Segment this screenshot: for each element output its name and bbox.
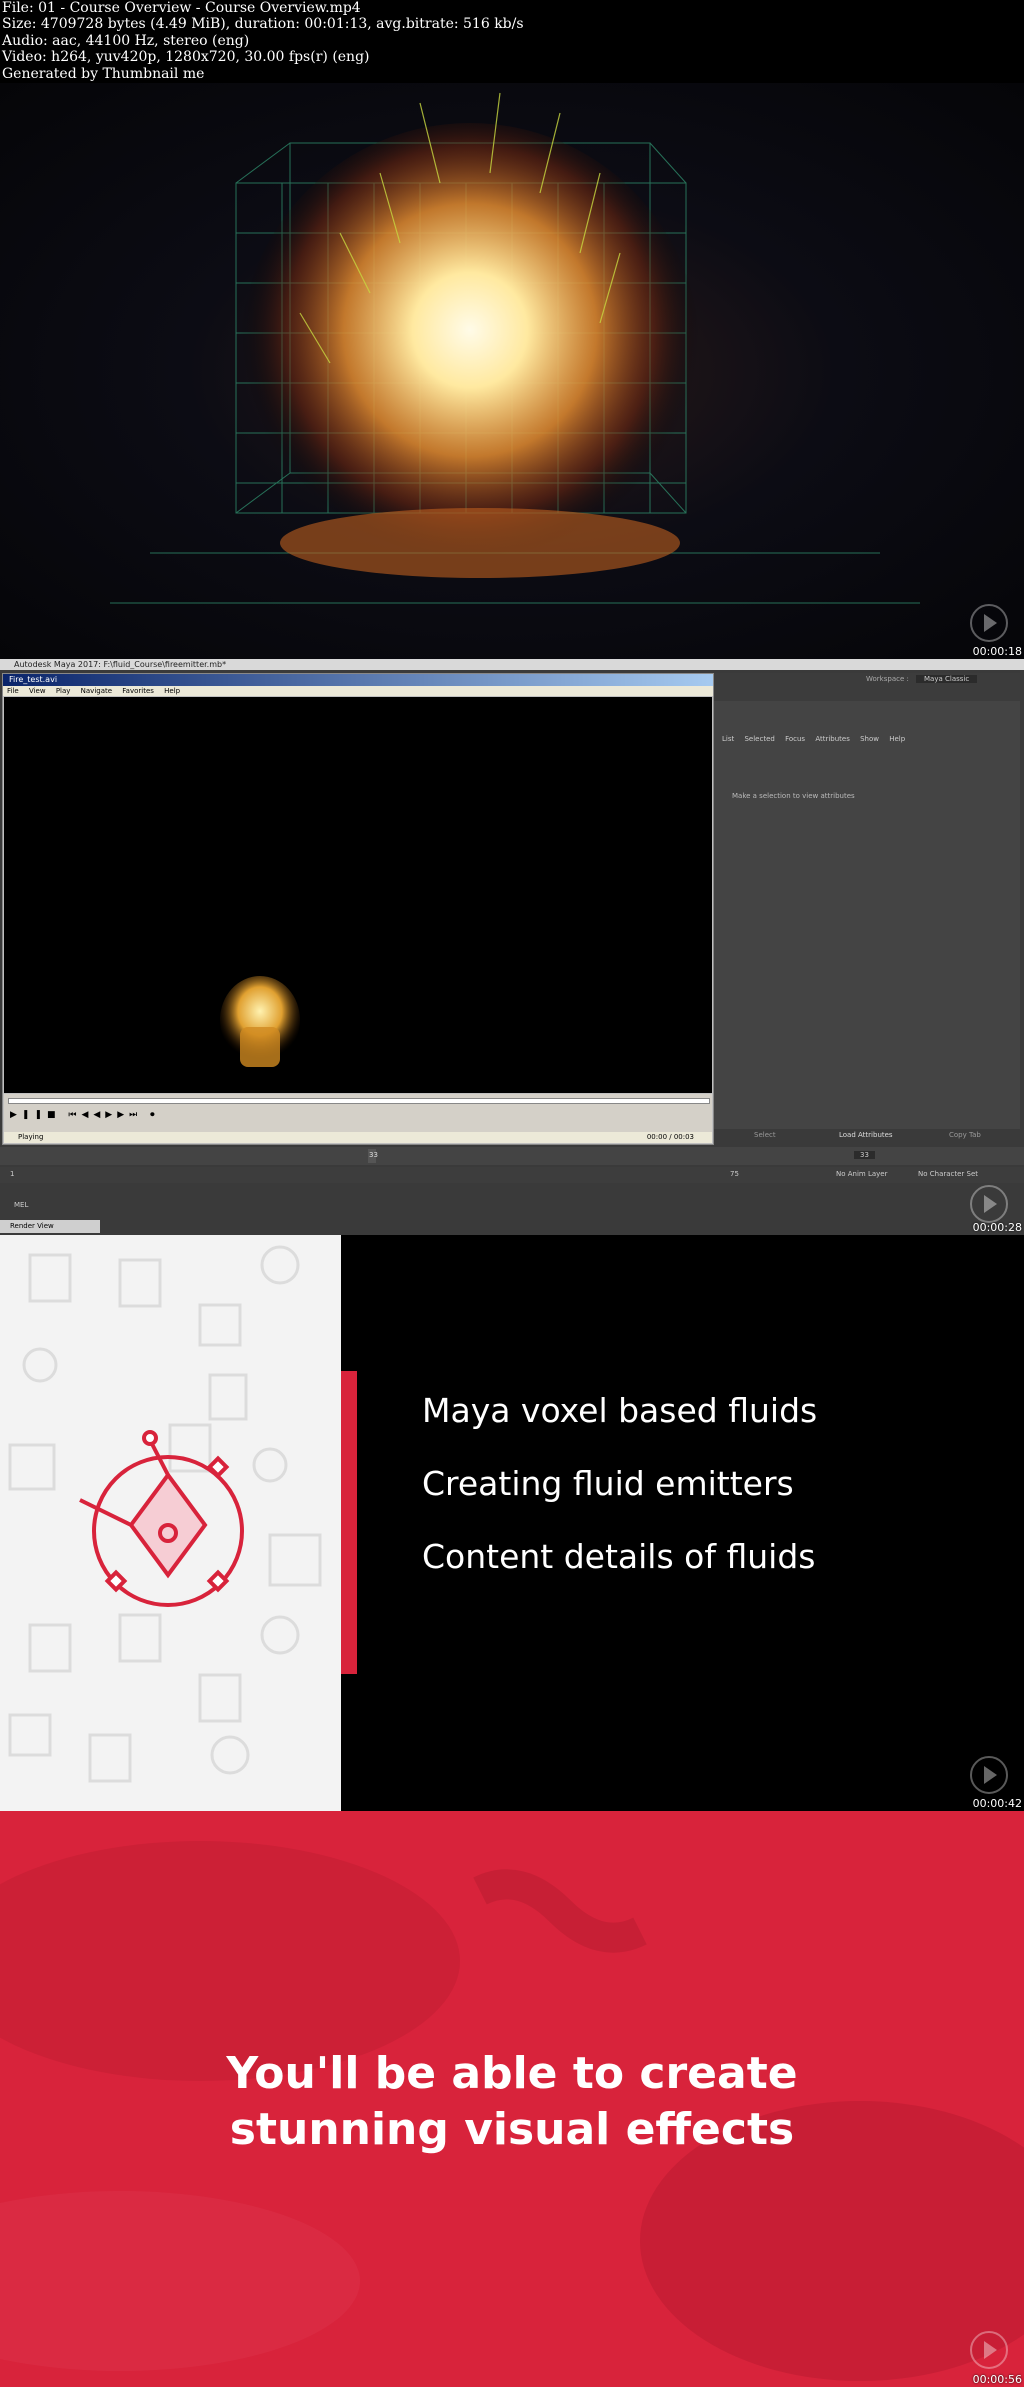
menu-view[interactable]: View xyxy=(29,687,46,695)
select-button[interactable]: Select xyxy=(754,1131,776,1139)
attr-menu-show[interactable]: Show xyxy=(860,735,879,743)
decorative-icons-pattern xyxy=(8,1245,322,1783)
attr-menu-bar: List Selected Focus Attributes Show Help xyxy=(714,733,1020,745)
closing-line-2: stunning visual effects xyxy=(229,2104,795,2155)
menu-play[interactable]: Play xyxy=(56,687,71,695)
range-slider[interactable]: 1 75 No Anim Layer No Character Set xyxy=(0,1167,1024,1183)
icon-pattern-panel xyxy=(0,1235,341,1811)
maya-window-title: Autodesk Maya 2017: F:\fluid_Course\fire… xyxy=(0,659,1024,670)
fcheck-controls: ▶❚❚■ ⏮◀◀▶▶⏭ ⏺ Playing 00:00 / 00:03 xyxy=(4,1094,712,1143)
generator-line: Generated by Thumbnail me xyxy=(2,65,205,82)
fcheck-status-bar: Playing 00:00 / 00:03 xyxy=(4,1132,712,1143)
timestamp: 00:00:56 xyxy=(972,2373,1022,2386)
attr-menu-help[interactable]: Help xyxy=(889,735,905,743)
current-frame-field[interactable]: 33 xyxy=(854,1151,875,1159)
fcheck-menu-bar: File View Play Navigate Favorites Help xyxy=(3,686,713,696)
frame-fire-render: 00:00:18 xyxy=(0,83,1024,659)
timestamp: 00:00:42 xyxy=(972,1797,1022,1810)
slide-bullet: Creating fluid emitters xyxy=(422,1464,794,1503)
attr-menu-list[interactable]: List xyxy=(722,735,734,743)
fcheck-viewport xyxy=(4,697,712,1093)
load-attributes-button[interactable]: Load Attributes xyxy=(839,1131,893,1139)
accent-bar xyxy=(341,1371,357,1674)
anim-layer-select[interactable]: No Anim Layer xyxy=(836,1170,887,1178)
attr-button-row: Select Load Attributes Copy Tab xyxy=(714,1129,1020,1143)
range-end-field[interactable]: 75 xyxy=(730,1170,739,1178)
attr-empty-message: Make a selection to view attributes xyxy=(732,792,855,800)
menu-favorites[interactable]: Favorites xyxy=(122,687,154,695)
play-watermark-icon xyxy=(970,1756,1008,1794)
character-set-select[interactable]: No Character Set xyxy=(918,1170,978,1178)
menu-navigate[interactable]: Navigate xyxy=(81,687,112,695)
video-info-line: Video: h264, yuv420p, 1280x720, 30.00 fp… xyxy=(2,49,370,66)
attr-menu-focus[interactable]: Focus xyxy=(785,735,805,743)
mel-label: MEL xyxy=(14,1201,29,1209)
audio-info-line: Audio: aac, 44100 Hz, stereo (eng) xyxy=(2,32,250,49)
file-info-line: File: 01 - Course Overview - Course Over… xyxy=(2,0,361,16)
size-info-line: Size: 4709728 bytes (4.49 MiB), duration… xyxy=(2,16,524,33)
status-time: 00:00 / 00:03 xyxy=(646,1133,694,1141)
command-line[interactable]: MEL xyxy=(0,1198,1024,1212)
frame-overview-slide: Maya voxel based fluids Creating fluid e… xyxy=(0,1235,1024,1811)
menu-help[interactable]: Help xyxy=(164,687,180,695)
timestamp: 00:00:18 xyxy=(972,645,1022,658)
play-watermark-icon xyxy=(970,1185,1008,1223)
workspace-label: Workspace : xyxy=(866,675,909,683)
fcheck-title: Fire_test.avi xyxy=(3,674,713,686)
playback-buttons[interactable]: ▶❚❚■ ⏮◀◀▶▶⏭ ⏺ xyxy=(10,1110,160,1120)
file-info-header: File: 01 - Course Overview - Course Over… xyxy=(0,0,1024,83)
attr-menu-selected[interactable]: Selected xyxy=(744,735,774,743)
status-playing: Playing xyxy=(18,1133,44,1141)
playback-slider[interactable] xyxy=(8,1098,710,1104)
closing-line-1: You'll be able to create xyxy=(226,2048,798,2099)
attr-toolbar: Workspace : Maya Classic xyxy=(714,673,1020,701)
fire-preview-image xyxy=(220,976,300,1067)
current-frame-label: 33 xyxy=(369,1151,378,1159)
time-slider[interactable]: 33 33 xyxy=(0,1147,1024,1165)
frame-closing-statement: You'll be able to create stunning visual… xyxy=(0,1811,1024,2387)
attr-menu-attributes[interactable]: Attributes xyxy=(815,735,850,743)
workspace-select[interactable]: Maya Classic xyxy=(916,675,978,683)
slide-bullet: Maya voxel based fluids xyxy=(422,1391,818,1430)
copy-tab-button[interactable]: Copy Tab xyxy=(949,1131,981,1139)
frame-maya-ui: Autodesk Maya 2017: F:\fluid_Course\fire… xyxy=(0,659,1024,1235)
menu-file[interactable]: File xyxy=(7,687,19,695)
fire-render-image xyxy=(110,92,920,604)
render-view-taskbar[interactable]: Render View xyxy=(0,1220,100,1233)
timestamp: 00:00:28 xyxy=(972,1221,1022,1234)
fcheck-window: Fire_test.avi File View Play Navigate Fa… xyxy=(2,673,714,1145)
play-watermark-icon xyxy=(970,2331,1008,2369)
range-start-field[interactable]: 1 xyxy=(10,1170,14,1178)
play-watermark-icon xyxy=(970,604,1008,642)
attribute-editor-panel: Workspace : Maya Classic List Selected F… xyxy=(714,673,1020,1143)
slide-bullet: Content details of fluids xyxy=(422,1537,816,1576)
